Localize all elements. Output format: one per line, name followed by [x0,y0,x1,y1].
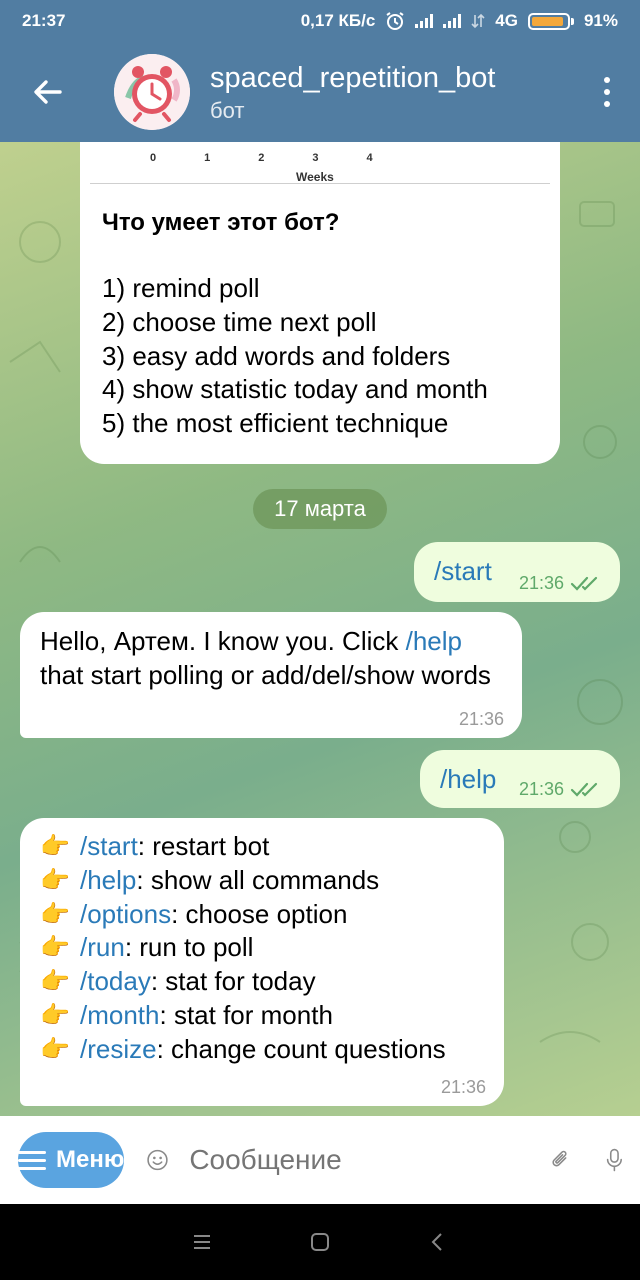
status-time: 21:37 [22,11,66,30]
message-meta: 21:36 [519,573,602,594]
command-description: : run to poll [124,932,254,963]
pointing-hand-icon: 👉 [40,968,70,996]
double-check-icon [570,576,598,591]
command-item: 👉 /start: restart bot [40,830,484,864]
message-text[interactable]: /start [434,556,492,586]
message-time: 21:36 [518,573,564,593]
pointing-hand-icon: 👉 [40,833,70,860]
graph-tick: 2 [258,152,265,164]
chat-header: spaced_repetition_bot бот [0,42,640,142]
command-link[interactable]: /today [80,965,151,999]
message-input[interactable] [189,1144,551,1176]
signal-icon [415,14,434,28]
command-item: 👉 /month: stat for month [40,999,484,1033]
incoming-message[interactable]: 👉 /start: restart bot 👉 /help: show all co… [20,818,504,1106]
command-description: : restart bot [137,831,270,861]
feature-item: 1) remind poll [102,273,260,303]
graph-tick: 0 [150,152,157,164]
command-link[interactable]: /month [80,999,160,1033]
message-time: 21:36 [518,779,564,799]
emoji-icon[interactable] [146,1138,169,1182]
feature-item: 4) show statistic today and month [102,374,488,405]
bot-avatar[interactable] [114,54,190,130]
command-link[interactable]: /run [80,931,125,965]
status-bar: 21:37 0,17 КБ/с 4G 91% [0,0,640,42]
message-meta: 21:36 [441,1077,486,1098]
menu-button-label: Меню [56,1146,125,1173]
incoming-message[interactable]: Hello, Артем. I know you. Click /help th… [20,612,522,738]
network-type: 4G [495,11,518,30]
chat-subtitle: бот [210,98,245,123]
command-link[interactable]: /help [80,864,136,898]
pointing-hand-icon: 👉 [40,934,70,962]
pointing-hand-icon: 👉 [40,866,70,894]
home-icon[interactable] [307,1229,333,1255]
feature-item: 3) easy add words and folders [102,340,451,371]
battery-percent: 91% [583,11,618,30]
graph-x-label: Weeks [296,170,334,184]
feature-item: 2) choose time next poll [102,306,377,337]
bot-menu-button[interactable]: Меню [18,1132,125,1188]
data-icon [471,13,485,29]
command-description: : show all commands [136,864,380,895]
graph-tick: 3 [312,152,319,164]
feature-item: 5) the most efficient technique [102,408,449,439]
outgoing-message[interactable]: /help 21:36 [420,750,620,808]
chat-area[interactable]: 0 1 2 3 4 Weeks Что умеет этот бот? 1) r… [0,142,640,1116]
command-description: : stat for month [159,999,333,1030]
command-description: : change count questions [156,1033,446,1064]
command-description: : stat for today [150,966,316,997]
message-text-part: that start polling or add/del/show words [40,660,491,690]
pointing-hand-icon: 👉 [40,1001,70,1029]
system-nav-bar [0,1204,640,1280]
message-text-part: Hello, Артем. I know you. Click [40,626,406,656]
date-separator: 17 марта [253,489,387,529]
bot-description-heading: Что умеет этот бот? [102,209,340,236]
recents-icon[interactable] [189,1229,215,1255]
outgoing-message[interactable]: /start 21:36 [414,542,620,602]
command-link[interactable]: /start [80,830,138,864]
command-link[interactable]: /resize [80,1033,157,1067]
message-text: Hello, Артем. I know you. Click /help th… [40,624,502,692]
alarm-clock-logo-icon [114,54,190,130]
message-meta: 21:36 [459,709,504,730]
command-item: 👉 /resize: change count questions [40,1033,484,1067]
network-speed: 0,17 КБ/с [300,11,376,30]
forgetting-curve-graph: 0 1 2 3 4 Weeks [90,142,550,184]
bot-description-card: 0 1 2 3 4 Weeks Что умеет этот бот? 1) r… [80,142,560,464]
graph-tick: 4 [366,152,373,164]
command-link[interactable]: /options [80,898,171,932]
attach-icon[interactable] [550,1138,571,1182]
top-bar: 21:37 0,17 КБ/с 4G 91% spaced_repetition… [0,0,640,142]
command-link[interactable]: /help [406,626,462,656]
double-check-icon [570,782,598,797]
alarm-icon [386,12,404,30]
command-item: 👉 /today: stat for today [40,965,484,999]
pointing-hand-icon: 👉 [40,1035,70,1063]
mic-icon[interactable] [605,1137,624,1183]
command-description: : choose option [171,898,348,929]
more-vertical-icon[interactable] [592,72,622,112]
command-item: 👉 /options: choose option [40,898,484,932]
command-list: 👉 /start: restart bot 👉 /help: show all co… [40,830,484,1067]
arrow-left-icon[interactable] [30,74,66,110]
message-meta: 21:36 [519,779,602,800]
command-item: 👉 /run: run to poll [40,931,484,965]
graph-x-ticks: 0 1 2 3 4 [150,152,373,164]
graph-tick: 1 [204,152,211,164]
message-time: 21:36 [458,709,504,729]
command-item: 👉 /help: show all commands [40,864,484,898]
hamburger-icon [18,1150,46,1170]
message-time: 21:36 [440,1077,486,1097]
signal-icon [443,14,462,28]
message-input-bar: Меню [0,1116,640,1204]
chat-title[interactable]: spaced_repetition_bot [210,60,592,96]
bot-feature-list: 1) remind poll 2) choose time next poll … [102,272,538,441]
pointing-hand-icon: 👉 [40,900,70,928]
message-text[interactable]: /help [440,764,496,794]
back-icon[interactable] [425,1229,451,1255]
battery-icon [527,12,574,30]
